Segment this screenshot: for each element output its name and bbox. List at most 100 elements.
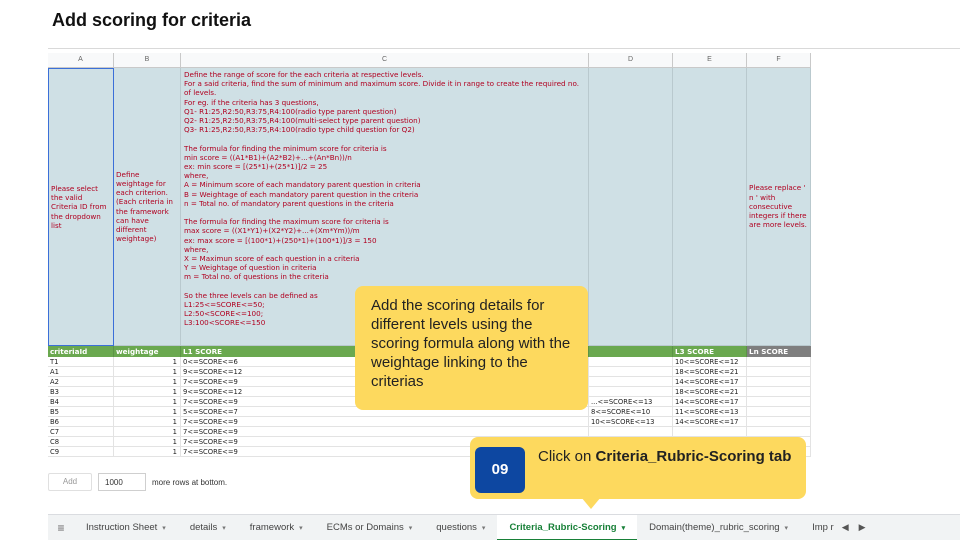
- table-cell[interactable]: 1: [114, 357, 181, 367]
- tab-label: questions: [436, 521, 477, 533]
- tab-label: Domain(theme)_rubric_scoring: [649, 521, 780, 533]
- instruction-text-b: Define weightage for each criterion. (Ea…: [116, 169, 173, 244]
- table-cell[interactable]: 1: [114, 417, 181, 427]
- rows-count-input[interactable]: [98, 473, 146, 491]
- column-header-c[interactable]: C: [181, 53, 589, 68]
- table-cell[interactable]: A2: [48, 377, 114, 387]
- add-rows-bar: Add more rows at bottom.: [48, 473, 227, 491]
- table-cell[interactable]: [589, 367, 673, 377]
- step-suffix: tab: [764, 448, 792, 465]
- table-cell[interactable]: B5: [48, 407, 114, 417]
- table-cell[interactable]: [747, 407, 811, 417]
- instruction-text-f: Please replace ' n ' with consecutive in…: [749, 183, 807, 230]
- add-rows-suffix: more rows at bottom.: [152, 477, 228, 487]
- instruction-cell-d[interactable]: [589, 68, 673, 346]
- table-cell[interactable]: C9: [48, 447, 114, 457]
- table-cell[interactable]: B6: [48, 417, 114, 427]
- table-cell[interactable]: 7<=SCORE<=9: [181, 427, 589, 437]
- tab-label: Imp r: [812, 521, 834, 533]
- sheet-tab-bar: ≡ Instruction Sheet ▾ details ▾ framework ▾…: [48, 514, 960, 540]
- slide-title: Add scoring for criteria: [52, 10, 252, 30]
- chevron-down-icon: ▾: [222, 524, 226, 532]
- table-cell[interactable]: [747, 387, 811, 397]
- chevron-down-icon: ▾: [784, 524, 789, 532]
- header-cell[interactable]: L3 SCORE: [673, 346, 747, 357]
- tab-label: details: [189, 521, 218, 533]
- tab-details[interactable]: details ▾: [178, 515, 238, 540]
- table-cell[interactable]: 7<=SCORE<=9: [181, 417, 589, 427]
- table-cell[interactable]: 14<=SCORE<=17: [673, 377, 747, 387]
- tab-instruction-sheet[interactable]: Instruction Sheet ▾: [74, 515, 178, 540]
- step-number-badge: 09: [475, 447, 525, 493]
- step-prefix: Click on: [538, 448, 596, 465]
- table-cell[interactable]: 1: [114, 367, 181, 377]
- table-cell[interactable]: [747, 417, 811, 427]
- table-cell[interactable]: [747, 367, 811, 377]
- step-target: Criteria_Rubric-Scoring: [595, 448, 765, 465]
- table-cell[interactable]: C8: [48, 437, 114, 447]
- table-cell[interactable]: 18<=SCORE<=21: [673, 367, 747, 377]
- table-cell[interactable]: 10<=SCORE<=13: [589, 417, 673, 427]
- tab-imp[interactable]: Imp r: [800, 515, 838, 540]
- table-cell[interactable]: [673, 427, 747, 437]
- step-pointer-arrow: [581, 497, 601, 509]
- table-cell[interactable]: B3: [48, 387, 114, 397]
- instruction-callout: Add the scoring details for different le…: [355, 286, 588, 410]
- instruction-cell-weightage[interactable]: Define weightage for each criterion. (Ea…: [114, 68, 181, 346]
- tab-label: Instruction Sheet: [86, 521, 158, 533]
- tab-ecms-or-domains[interactable]: ECMs or Domains ▾: [315, 515, 425, 540]
- table-cell[interactable]: [747, 357, 811, 367]
- table-cell[interactable]: 8<=SCORE<=10: [589, 407, 673, 417]
- tab-scroll-arrows[interactable]: ◀▶: [842, 522, 876, 533]
- table-cell[interactable]: A1: [48, 367, 114, 377]
- tab-framework[interactable]: framework ▾: [238, 515, 315, 540]
- table-cell[interactable]: 11<=SCORE<=13: [673, 407, 747, 417]
- table-cell[interactable]: 1: [114, 377, 181, 387]
- chevron-right-icon[interactable]: ▶: [859, 522, 876, 532]
- instruction-cell-e[interactable]: [673, 68, 747, 346]
- table-cell[interactable]: [589, 387, 673, 397]
- table-cell[interactable]: T1: [48, 357, 114, 367]
- table-cell[interactable]: [747, 397, 811, 407]
- table-cell[interactable]: 14<=SCORE<=17: [673, 397, 747, 407]
- chevron-left-icon[interactable]: ◀: [842, 522, 859, 532]
- tab-questions[interactable]: questions ▾: [424, 515, 497, 540]
- table-cell[interactable]: 18<=SCORE<=21: [673, 387, 747, 397]
- header-cell[interactable]: criteriaId: [48, 346, 114, 357]
- table-cell[interactable]: [589, 357, 673, 367]
- table-cell[interactable]: [589, 427, 673, 437]
- column-header-b[interactable]: B: [114, 53, 181, 68]
- table-cell[interactable]: 1: [114, 427, 181, 437]
- header-cell[interactable]: Ln SCORE: [747, 346, 811, 357]
- column-header-e[interactable]: E: [673, 53, 747, 68]
- column-header-a[interactable]: A: [48, 53, 114, 68]
- instruction-cell-criteria-id[interactable]: Please select the valid Criteria ID from…: [48, 68, 114, 346]
- column-header-f[interactable]: F: [747, 53, 811, 68]
- header-cell[interactable]: [589, 346, 673, 357]
- table-cell[interactable]: 1: [114, 397, 181, 407]
- table-cell[interactable]: B4: [48, 397, 114, 407]
- instruction-cell-ln-score[interactable]: Please replace ' n ' with consecutive in…: [747, 68, 811, 346]
- table-cell[interactable]: 1: [114, 387, 181, 397]
- table-cell[interactable]: ...<=SCORE<=13: [589, 397, 673, 407]
- add-rows-button[interactable]: Add: [48, 473, 92, 491]
- table-cell[interactable]: C7: [48, 427, 114, 437]
- table-cell[interactable]: 10<=SCORE<=12: [673, 357, 747, 367]
- chevron-down-icon: ▾: [299, 524, 303, 532]
- table-cell[interactable]: [747, 427, 811, 437]
- tab-criteria-rubric-scoring[interactable]: Criteria_Rubric-Scoring ▾: [497, 514, 638, 540]
- column-header-d[interactable]: D: [589, 53, 673, 68]
- step-instruction: Click on Criteria_Rubric-Scoring tab: [538, 447, 800, 466]
- table-cell[interactable]: 1: [114, 447, 181, 457]
- table-cell[interactable]: 14<=SCORE<=17: [673, 417, 747, 427]
- header-cell[interactable]: weightage: [114, 346, 181, 357]
- tab-domain-rubric-scoring[interactable]: Domain(theme)_rubric_scoring ▾: [637, 515, 800, 540]
- table-cell[interactable]: 1: [114, 437, 181, 447]
- tab-label: ECMs or Domains: [326, 521, 404, 533]
- table-cell[interactable]: [589, 377, 673, 387]
- instruction-text-a: Please select the valid Criteria ID from…: [51, 183, 107, 230]
- table-cell[interactable]: [747, 377, 811, 387]
- all-sheets-menu-icon[interactable]: ≡: [48, 521, 74, 535]
- chevron-down-icon: ▾: [621, 524, 626, 532]
- table-cell[interactable]: 1: [114, 407, 181, 417]
